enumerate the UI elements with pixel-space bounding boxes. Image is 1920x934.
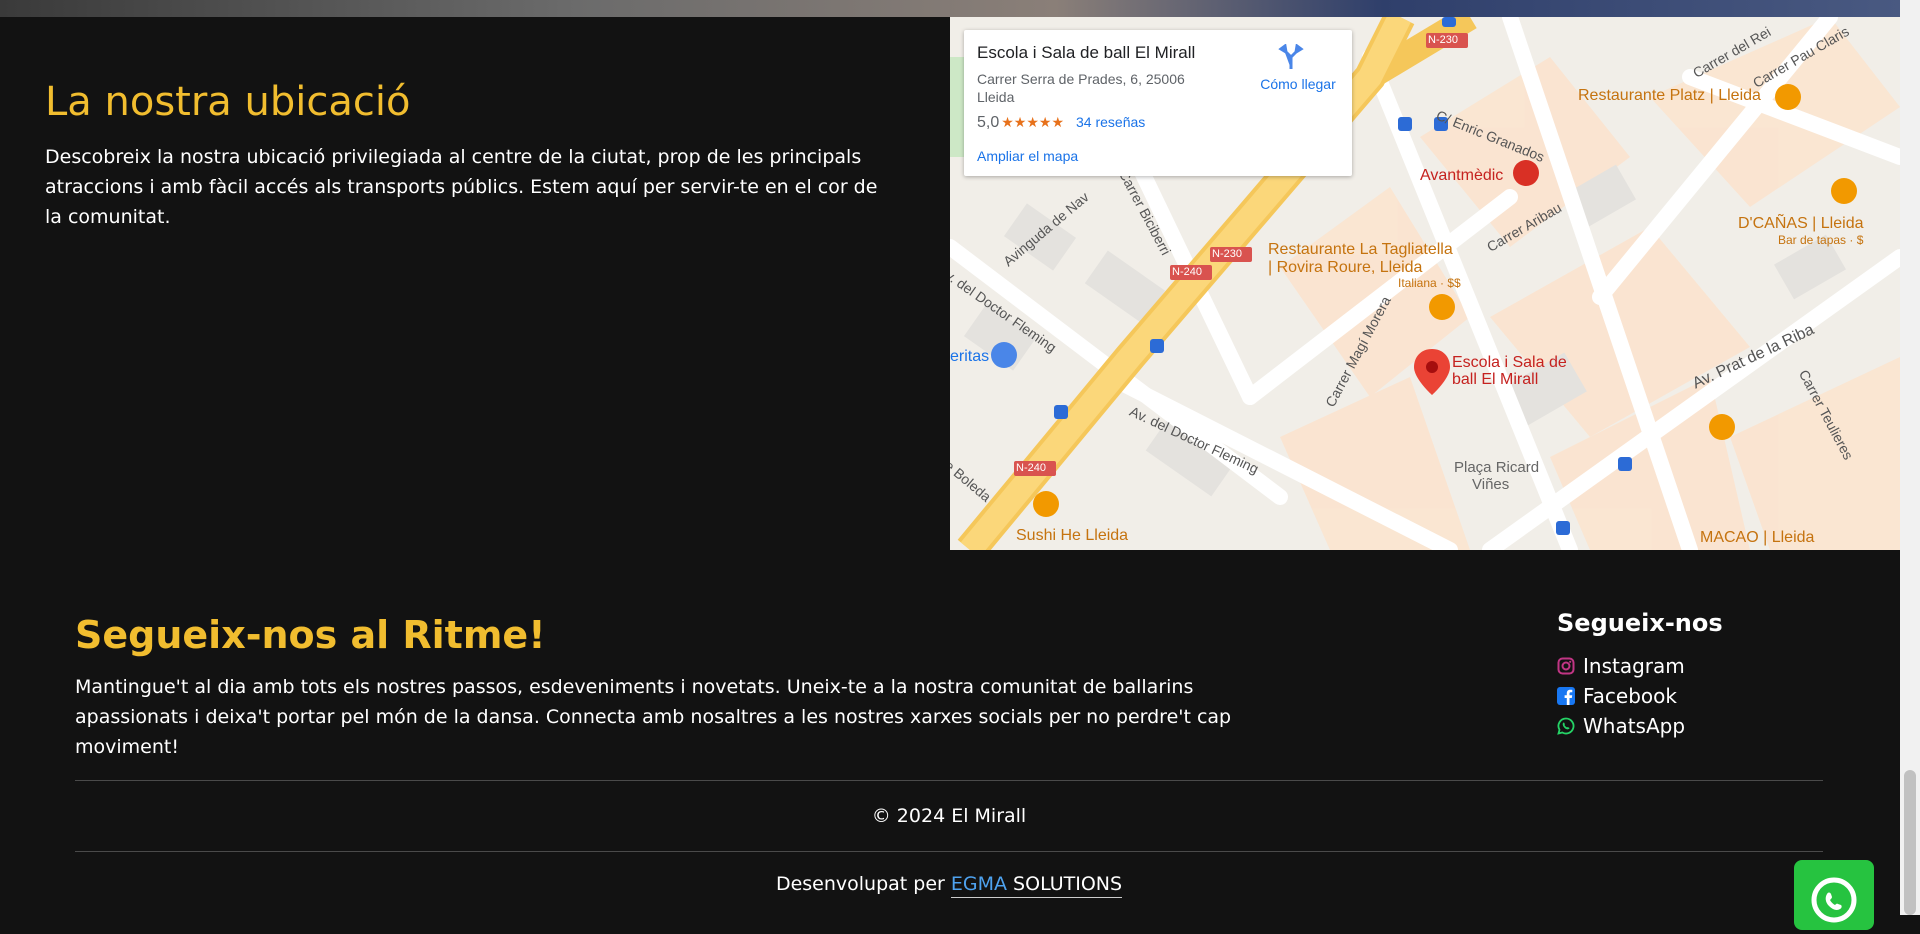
whatsapp-float-icon bbox=[1811, 877, 1857, 923]
map-label-placa-ricard: Plaça Ricard bbox=[1454, 459, 1540, 476]
map-label-macao[interactable]: MACAO | Lleida bbox=[1700, 529, 1814, 547]
instagram-icon bbox=[1557, 657, 1575, 675]
map-label-restaurante-platz[interactable]: Restaurante Platz | Lleida bbox=[1578, 87, 1761, 105]
embedded-map[interactable]: N-230 N-230 N-240 N-240 Restaurante Plat… bbox=[950, 17, 1900, 550]
facebook-label: Facebook bbox=[1583, 684, 1677, 708]
facebook-icon bbox=[1557, 687, 1575, 705]
hero-image-bottom-edge bbox=[0, 0, 1920, 17]
map-label-placa-ricard-2: Viñes bbox=[1472, 476, 1510, 493]
road-shield-n230-a: N-230 bbox=[1428, 34, 1458, 46]
map-label-avantmedic[interactable]: Avantmèdic bbox=[1420, 167, 1503, 185]
road-shield-n240-b: N-240 bbox=[1016, 462, 1046, 474]
egma-solutions-link[interactable]: EGMA SOLUTIONS bbox=[950, 873, 1123, 898]
map-label-pin-2: ball El Mirall bbox=[1452, 371, 1539, 388]
road-shield-n230-b: N-230 bbox=[1212, 248, 1242, 260]
instagram-label: Instagram bbox=[1583, 654, 1685, 678]
location-title: La nostra ubicació bbox=[45, 79, 411, 125]
rating-value: 5,0 bbox=[977, 114, 1000, 131]
social-links: Segueix-nos Instagram Facebook WhatsApp bbox=[1557, 607, 1777, 741]
map-rating: 5,0 ★★★★★ 34 reseñas bbox=[977, 114, 1145, 132]
whatsapp-label: WhatsApp bbox=[1583, 714, 1686, 738]
whatsapp-link[interactable]: WhatsApp bbox=[1557, 711, 1777, 741]
brand-solutions: SOLUTIONS bbox=[1007, 873, 1123, 895]
map-label-pin-1[interactable]: Escola i Sala de bbox=[1452, 354, 1567, 371]
location-section: La nostra ubicació Descobreix la nostra … bbox=[45, 76, 895, 232]
follow-text: Mantingue't al dia amb tots els nostres … bbox=[75, 676, 1232, 758]
map-label-sushi[interactable]: Sushi He Lleida bbox=[1016, 527, 1128, 545]
whatsapp-floating-button[interactable] bbox=[1794, 860, 1874, 930]
map-address: Carrer Serra de Prades, 6, 25006 Lleida bbox=[977, 71, 1185, 105]
map-place-name: Escola i Sala de ball El Mirall bbox=[977, 43, 1196, 62]
copyright: © 2024 El Mirall bbox=[871, 805, 1027, 827]
social-title: Segueix-nos bbox=[1557, 609, 1723, 637]
whatsapp-icon bbox=[1557, 717, 1575, 735]
map-label-tagliatella[interactable]: Restaurante La Tagliatella bbox=[1268, 241, 1453, 259]
brand-egma: EGMA bbox=[950, 873, 1008, 895]
instagram-link[interactable]: Instagram bbox=[1557, 651, 1777, 681]
developer-credits: Desenvolupat per EGMA SOLUTIONS bbox=[75, 870, 1823, 898]
facebook-link[interactable]: Facebook bbox=[1557, 681, 1777, 711]
road-shield-n240-a: N-240 bbox=[1172, 266, 1202, 278]
map-label-eritas[interactable]: eritas bbox=[950, 348, 989, 366]
follow-section: Segueix-nos al Ritme! Mantingue't al dia… bbox=[75, 610, 1255, 762]
rating-stars: ★★★★★ bbox=[1001, 114, 1065, 130]
follow-heading: Segueix-nos al Ritme! bbox=[75, 613, 546, 657]
developed-by-text: Desenvolupat per bbox=[775, 873, 945, 895]
footer-divider-top bbox=[75, 780, 1823, 781]
page-scrollbar-thumb[interactable] bbox=[1904, 770, 1916, 915]
map-label-dcanas-sub: Bar de tapas · $ bbox=[1778, 233, 1864, 247]
map-info-card: Escola i Sala de ball El Mirall Carrer S… bbox=[964, 30, 1352, 176]
enlarge-map-link[interactable]: Ampliar el mapa bbox=[977, 148, 1078, 164]
location-description: Descobreix la nostra ubicació privilegia… bbox=[45, 146, 878, 228]
reviews-link[interactable]: 34 reseñas bbox=[1076, 114, 1145, 130]
footer-divider-bottom bbox=[75, 851, 1823, 852]
directions-link[interactable]: Cómo llegar bbox=[1248, 76, 1348, 92]
map-label-tagliatella-2: | Rovira Roure, Lleida bbox=[1268, 259, 1423, 276]
directions-icon[interactable] bbox=[1278, 44, 1304, 70]
map-label-dcanas[interactable]: D'CAÑAS | Lleida bbox=[1738, 215, 1863, 233]
map-label-tagliatella-sub: Italiana · $$ bbox=[1398, 276, 1461, 290]
